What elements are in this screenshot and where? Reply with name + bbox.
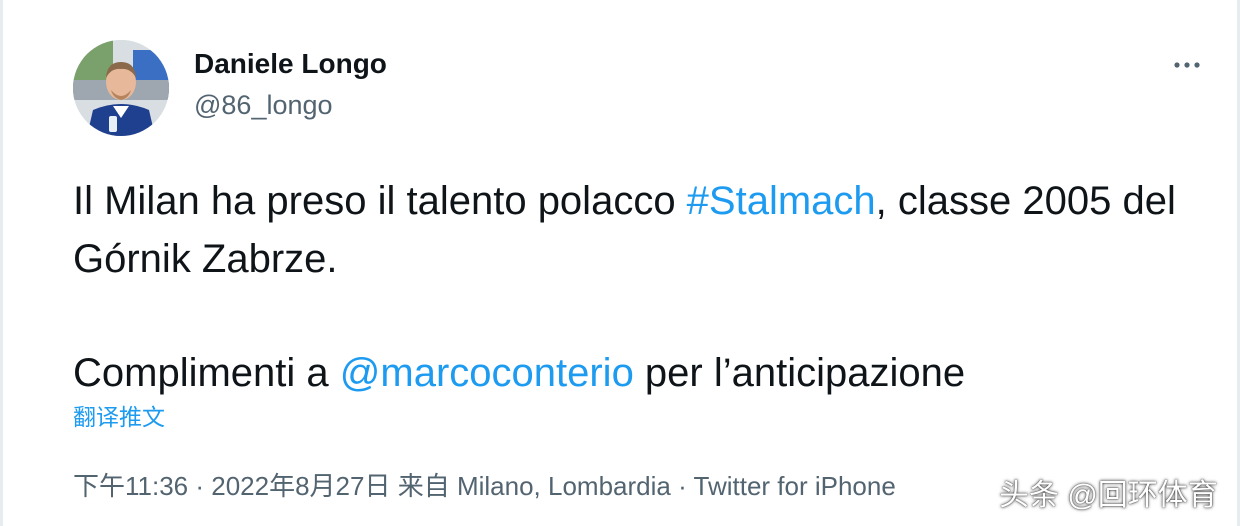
tweet-text-part: Complimenti a: [73, 351, 340, 395]
tweet-date[interactable]: 2022年8月27日: [211, 471, 390, 501]
more-options-button[interactable]: [1167, 50, 1207, 80]
tweet-source[interactable]: Twitter for iPhone: [694, 471, 896, 501]
tweet-location[interactable]: Milano, Lombardia: [457, 471, 671, 501]
meta-separator: ·: [188, 471, 212, 501]
tweet-text-part: per l’anticipazione: [633, 351, 966, 395]
meta-separator: ·: [670, 471, 694, 501]
more-horizontal-icon: [1174, 62, 1200, 68]
author-handle[interactable]: @86_longo: [194, 90, 333, 121]
tweet-card: Daniele Longo @86_longo Il Milan ha pres…: [0, 0, 1240, 526]
hashtag-link[interactable]: #Stalmach: [687, 179, 876, 223]
tweet-text-part: Il Milan ha preso il talento polacco: [73, 179, 687, 223]
translate-tweet-link[interactable]: 翻译推文: [73, 398, 165, 432]
tweet-metadata: 下午11:36 · 2022年8月27日 来自 Milano, Lombardi…: [73, 466, 896, 503]
tweet-time[interactable]: 下午11:36: [73, 471, 188, 501]
tweet-text: Il Milan ha preso il talento polacco #St…: [73, 172, 1193, 402]
tweet-paragraph-2: Complimenti a @marcoconterio per l’antic…: [73, 344, 1193, 402]
mention-link[interactable]: @marcoconterio: [340, 351, 634, 395]
tweet-paragraph-1: Il Milan ha preso il talento polacco #St…: [73, 172, 1193, 288]
author-name[interactable]: Daniele Longo: [194, 48, 387, 80]
avatar-photo: [73, 40, 169, 136]
from-label: 来自: [397, 471, 450, 501]
avatar[interactable]: [73, 40, 169, 136]
watermark: 头条 @回环体育: [999, 479, 1218, 512]
